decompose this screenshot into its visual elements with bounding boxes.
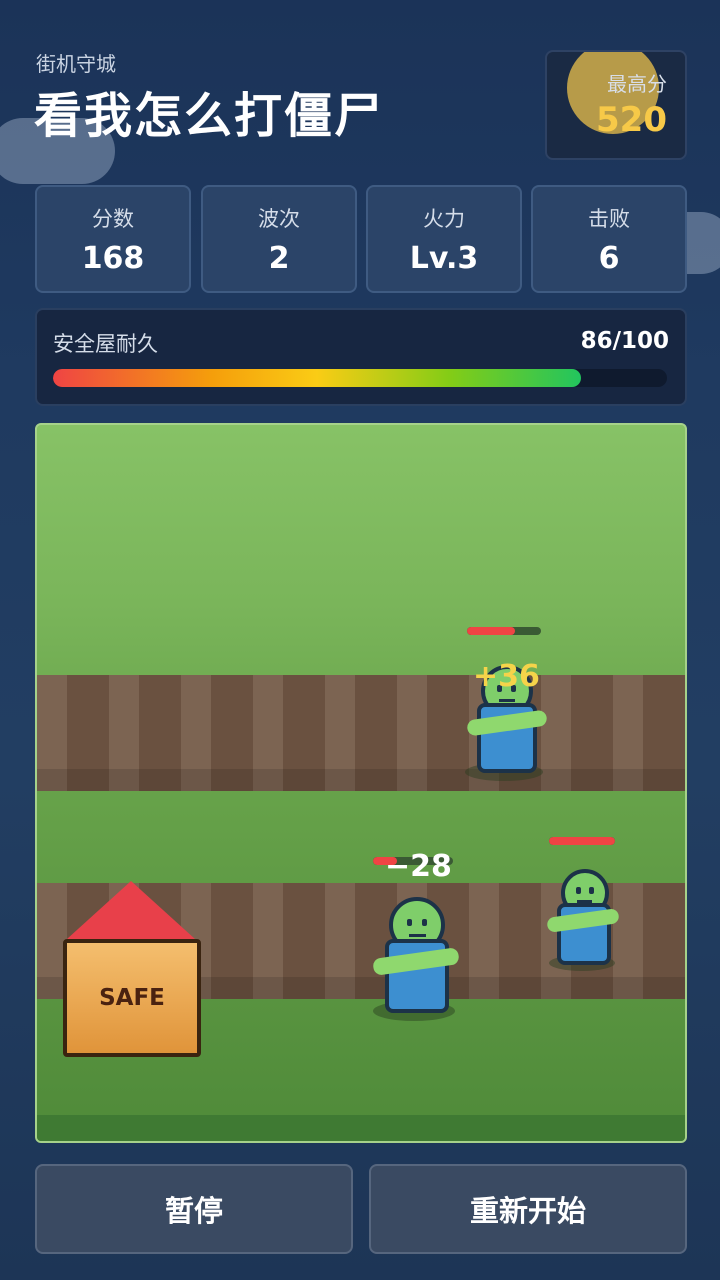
zombie-eye	[589, 887, 594, 894]
high-score-card: 最高分 520	[545, 50, 687, 160]
shelter-durability-fill	[53, 369, 582, 387]
stat-score: 分数 168	[35, 185, 191, 293]
zombie-eye	[407, 919, 412, 926]
field-bottom-edge	[37, 1115, 685, 1141]
stat-value: 168	[81, 241, 145, 276]
stat-wave: 波次 2	[201, 185, 357, 293]
game-field[interactable]: SAFE +36 −28	[35, 423, 687, 1143]
zombie-eye	[576, 887, 581, 894]
zombie-eye	[422, 919, 427, 926]
floating-score-text: +36	[473, 659, 540, 694]
zombie-health-fill	[549, 837, 615, 845]
stat-value: 2	[268, 241, 290, 276]
restart-button[interactable]: 重新开始	[369, 1164, 687, 1254]
stat-label: 火力	[423, 207, 465, 231]
shelter-durability-panel: 安全屋耐久 86/100	[35, 308, 687, 406]
game-subtitle: 街机守城	[36, 52, 116, 76]
zombie-mouth	[409, 934, 426, 937]
game-title: 看我怎么打僵尸	[34, 88, 385, 144]
pause-button[interactable]: 暂停	[35, 1164, 353, 1254]
floating-damage-text: −28	[385, 849, 452, 884]
high-score-label: 最高分	[607, 72, 667, 96]
stat-label: 波次	[258, 207, 300, 231]
stat-value: 6	[598, 241, 620, 276]
high-score-value: 520	[596, 100, 667, 140]
stat-label: 击败	[588, 207, 630, 231]
zombie-health-fill	[467, 627, 516, 635]
zombie-lane2-back[interactable]	[546, 835, 637, 975]
zombie-health-bar	[549, 837, 615, 845]
safe-house: SAFE	[63, 939, 201, 1057]
stat-defeated: 击败 6	[531, 185, 687, 293]
stat-value: Lv.3	[409, 241, 479, 276]
shelter-durability-label: 安全屋耐久	[53, 332, 158, 356]
safe-house-roof	[67, 881, 195, 939]
zombie-health-bar	[467, 627, 541, 635]
road-lane-1	[37, 675, 685, 791]
stat-firepower: 火力 Lv.3	[366, 185, 522, 293]
stat-label: 分数	[92, 207, 134, 231]
shelter-durability-value: 86/100	[580, 328, 669, 354]
zombie-lane1[interactable]	[465, 625, 555, 785]
zombie-mouth	[499, 699, 515, 702]
shelter-durability-bar	[53, 369, 667, 387]
